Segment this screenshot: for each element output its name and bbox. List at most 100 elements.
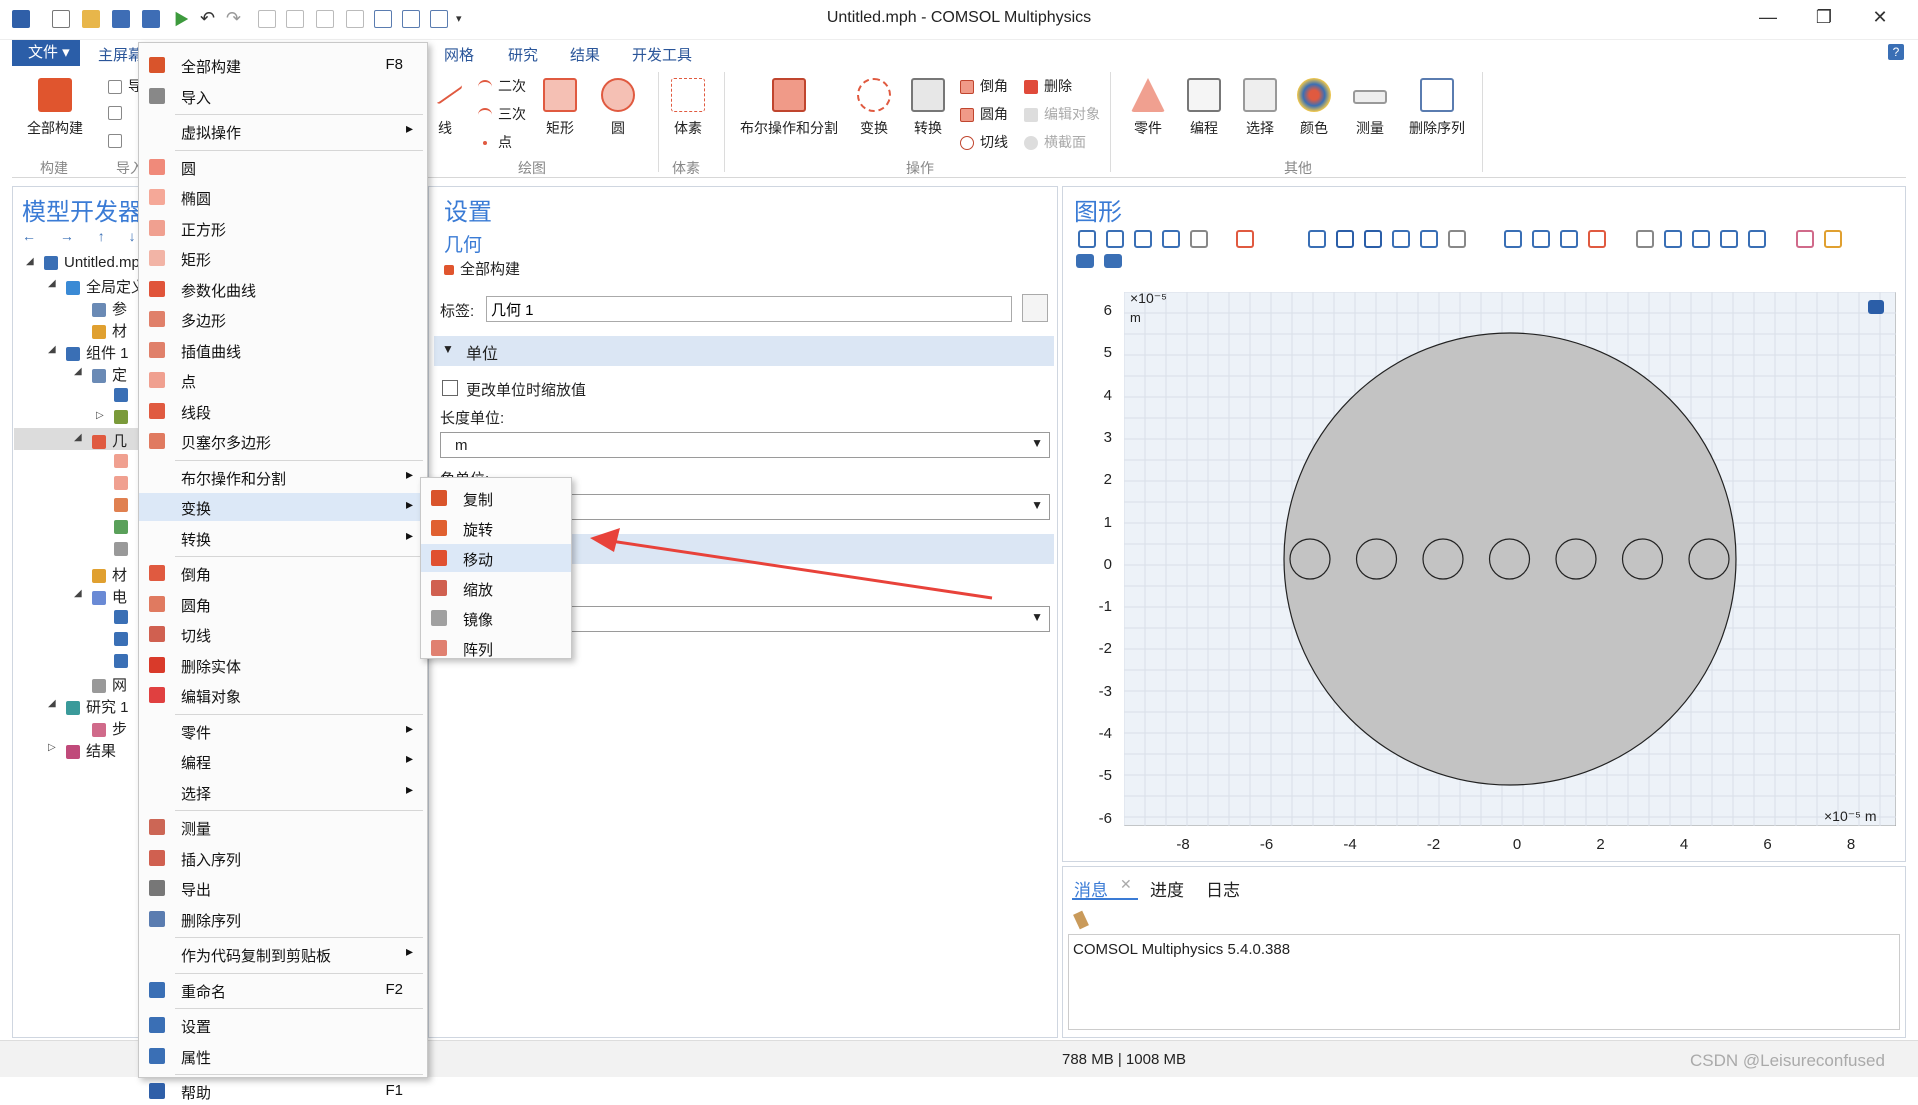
minimize-button[interactable]: —	[1740, 0, 1796, 36]
menu-item[interactable]: 属性	[139, 1042, 427, 1070]
menu-item[interactable]: 导入	[139, 82, 427, 110]
menu-item[interactable]: 多边形	[139, 305, 427, 333]
graphics-tool-icon[interactable]	[1106, 230, 1124, 248]
menu-item[interactable]: 插值曲线	[139, 336, 427, 364]
hole-circle[interactable]	[1621, 538, 1664, 580]
graphics-tool-icon[interactable]	[1720, 230, 1738, 248]
hole-circle[interactable]	[1289, 538, 1331, 580]
tree-node[interactable]	[114, 474, 134, 491]
build-all-link[interactable]: 全部构建	[444, 258, 520, 279]
close-button[interactable]: ✕	[1852, 0, 1908, 36]
hole-circle[interactable]	[1688, 538, 1730, 580]
menu-item[interactable]: 导出	[139, 874, 427, 902]
menu-item[interactable]: 帮助 F1	[139, 1077, 427, 1105]
graphics-tool-icon[interactable]	[1448, 230, 1466, 248]
graphics-tool-icon[interactable]	[1162, 230, 1180, 248]
submenu-item[interactable]: 移动	[421, 544, 571, 572]
menu-item[interactable]: 零件 ▸	[139, 717, 427, 745]
label-field-button[interactable]	[1022, 294, 1048, 322]
menu-item[interactable]: 插入序列	[139, 844, 427, 872]
menu-item[interactable]: 测量	[139, 813, 427, 841]
menu-item[interactable]: 删除序列	[139, 905, 427, 933]
menu-item[interactable]: 正方形	[139, 214, 427, 242]
tab-results[interactable]: 结果	[570, 44, 600, 65]
section-units[interactable]: ▼ 单位	[434, 336, 1054, 366]
menu-item[interactable]: 参数化曲线	[139, 275, 427, 303]
programming-button[interactable]: 编程	[1182, 78, 1226, 138]
graphics-tool-icon[interactable]	[1134, 230, 1152, 248]
hole-circle[interactable]	[1555, 538, 1597, 580]
menu-item[interactable]: 圆	[139, 153, 427, 181]
submenu-item[interactable]: 复制	[421, 484, 571, 512]
delete-button[interactable]: 删除	[1024, 76, 1072, 96]
tree-node[interactable]: 材	[92, 320, 127, 341]
tree-node[interactable]: 结果	[66, 740, 116, 761]
selection-button[interactable]: 选择	[1238, 78, 1282, 138]
rectangle-button[interactable]: 矩形	[540, 78, 580, 138]
menu-item[interactable]: 切线	[139, 620, 427, 648]
graphics-tool-icon[interactable]	[1236, 230, 1254, 248]
graphics-tool-icon[interactable]	[1636, 230, 1654, 248]
submenu-item[interactable]: 镜像	[421, 604, 571, 632]
menu-item[interactable]: 删除实体	[139, 651, 427, 679]
tree-expander-icon[interactable]: ◢	[74, 588, 82, 599]
tree-expander-icon[interactable]: ▷	[48, 742, 56, 753]
chamfer-button[interactable]: 倒角	[960, 76, 1008, 96]
menu-item[interactable]: 点	[139, 366, 427, 394]
plot-area[interactable]	[1124, 292, 1896, 826]
tree-expander-icon[interactable]: ◢	[48, 278, 56, 289]
submenu-item[interactable]: 阵列	[421, 634, 571, 662]
hole-circle[interactable]	[1422, 538, 1464, 580]
tree-node[interactable]	[114, 452, 134, 469]
measure-button[interactable]: 测量	[1348, 78, 1392, 138]
color-button[interactable]: 颜色	[1292, 78, 1336, 138]
scale-checkbox[interactable]	[442, 380, 458, 396]
boolean-button[interactable]: 布尔操作和分割	[734, 78, 844, 138]
graphics-tool-icon[interactable]	[1796, 230, 1814, 248]
tree-node[interactable]: 参	[92, 298, 127, 319]
cubic-button[interactable]: 三次	[478, 104, 526, 124]
graphics-tool-icon[interactable]	[1824, 230, 1842, 248]
graphics-tool-icon[interactable]	[1504, 230, 1522, 248]
menu-item[interactable]: 虚拟操作 ▸	[139, 117, 427, 145]
tree-expander-icon[interactable]: ◢	[48, 698, 56, 709]
menu-item[interactable]: 线段	[139, 397, 427, 425]
tree-node[interactable]	[114, 608, 134, 625]
graphics-tool-icon[interactable]	[1588, 230, 1606, 248]
menu-item[interactable]: 倒角	[139, 559, 427, 587]
menu-item[interactable]: 转换 ▸	[139, 524, 427, 552]
tree-expander-icon[interactable]: ◢	[74, 366, 82, 377]
graphics-tool-icon[interactable]	[1664, 230, 1682, 248]
menu-item[interactable]: 重命名 F2	[139, 976, 427, 1004]
edit-object-button[interactable]: 编辑对象	[1024, 104, 1100, 124]
import2-button[interactable]	[108, 104, 128, 121]
graphics-tool-icon[interactable]	[1336, 230, 1354, 248]
graphics-tool-icon[interactable]	[1748, 230, 1766, 248]
graphics-tool-icon[interactable]	[1078, 230, 1096, 248]
tab-devtools[interactable]: 开发工具	[632, 44, 692, 65]
menu-item[interactable]: 编辑对象	[139, 681, 427, 709]
menu-item[interactable]: 布尔操作和分割 ▸	[139, 463, 427, 491]
graphics-tool-icon[interactable]	[1104, 254, 1122, 268]
tree-node[interactable]: 网	[92, 674, 127, 695]
tree-node[interactable]	[114, 540, 134, 557]
tree-node[interactable]: 几	[92, 430, 127, 451]
graphics-tool-icon[interactable]	[1692, 230, 1710, 248]
hole-circle[interactable]	[1355, 538, 1398, 580]
tree-node[interactable]	[114, 630, 134, 647]
tree-node[interactable]	[114, 386, 134, 403]
tree-expander-icon[interactable]: ▷	[96, 410, 104, 421]
tree-expander-icon[interactable]: ◢	[48, 344, 56, 355]
tree-node[interactable]	[114, 518, 134, 535]
tab-mesh[interactable]: 网格	[444, 44, 474, 65]
tree-node[interactable]: 材	[92, 564, 127, 585]
convert-button[interactable]: 转换	[906, 78, 950, 138]
menu-item[interactable]: 矩形	[139, 244, 427, 272]
tree-node[interactable]: Untitled.mph	[44, 254, 148, 271]
graphics-tool-icon[interactable]	[1420, 230, 1438, 248]
fillet-button[interactable]: 圆角	[960, 104, 1008, 124]
tree-node[interactable]: 组件 1	[66, 342, 129, 363]
parts-button[interactable]: 零件	[1126, 78, 1170, 138]
graphics-tool-icon[interactable]	[1364, 230, 1382, 248]
circle-button[interactable]: 圆	[598, 78, 638, 138]
